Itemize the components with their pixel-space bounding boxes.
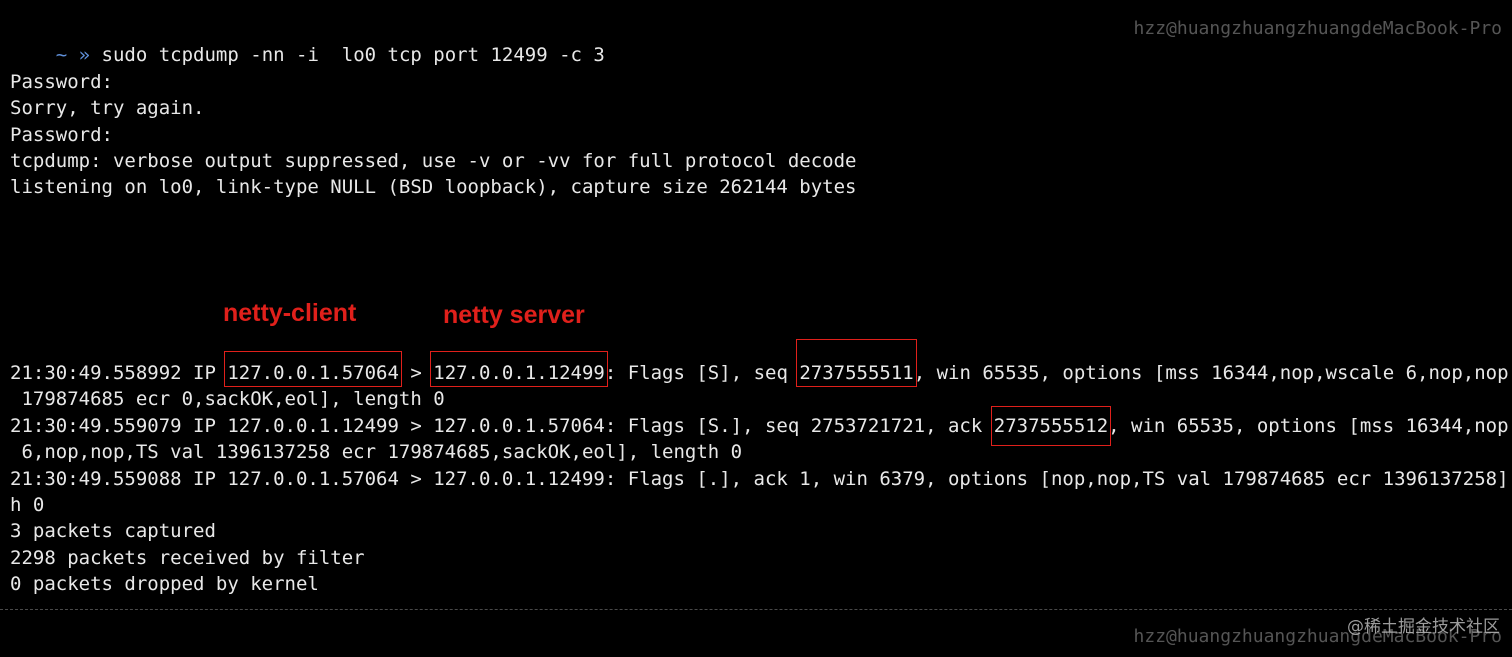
watermark-text: @稀土掘金技术社区 [1347, 617, 1500, 637]
packet1-arrow: > [398, 362, 434, 384]
password-prompt-retry: Password: [10, 124, 113, 146]
packet1-prefix: 21:30:49.558992 IP [10, 362, 228, 384]
packet-line-1: 21:30:49.558992 IP 127.0.0.1.57064 > 127… [10, 339, 1512, 387]
packets-dropped: 0 packets dropped by kernel [10, 573, 319, 595]
packet1-rest: , win 65535, options [mss 16344,nop,wsca… [913, 362, 1512, 384]
annotation-netty-server: netty server [443, 301, 585, 329]
seq-number-box: 2737555511 [796, 339, 917, 387]
packet-line-2-wrap: 6,nop,nop,TS val 1396137258 ecr 17987468… [10, 441, 743, 463]
annotation-netty-client: netty-client [223, 299, 357, 327]
packet2-prefix: 21:30:49.559079 IP 127.0.0.1.12499 > 127… [10, 415, 994, 437]
hostname-label: hzz@huangzhuangzhuangdeMacBook-Pro [1133, 18, 1502, 39]
prompt-line[interactable]: ~ » sudo tcpdump -nn -i lo0 tcp port 124… [10, 16, 605, 66]
ack-number-box: 2737555512 [990, 406, 1112, 446]
packet-line-1-wrap: 179874685 ecr 0,sackOK,eol], length 0 [10, 388, 445, 410]
client-address-box: 127.0.0.1.57064 [224, 351, 402, 387]
password-prompt: Password: [10, 71, 113, 93]
packet2-rest: , win 65535, options [mss 16344,nop,wsca… [1108, 415, 1512, 437]
prompt-separator [0, 609, 1512, 610]
server-address-box: 127.0.0.1.12499 [430, 351, 608, 387]
packet-line-3-wrap: h 0 [10, 494, 45, 516]
sorry-message: Sorry, try again. [10, 97, 205, 119]
prompt-line-2[interactable]: ~ » [10, 624, 90, 657]
prompt-symbol: ~ » [55, 44, 91, 66]
terminal-window[interactable]: ~ » sudo tcpdump -nn -i lo0 tcp port 124… [0, 0, 1512, 657]
packets-received: 2298 packets received by filter [10, 547, 365, 569]
packets-captured: 3 packets captured [10, 520, 216, 542]
packet-line-2: 21:30:49.559079 IP 127.0.0.1.12499 > 127… [10, 406, 1512, 446]
packet-line-3: 21:30:49.559088 IP 127.0.0.1.57064 > 127… [10, 468, 1512, 490]
verbose-message: tcpdump: verbose output suppressed, use … [10, 150, 857, 172]
listening-message: listening on lo0, link-type NULL (BSD lo… [10, 176, 857, 198]
packet1-flags: : Flags [S], seq [604, 362, 800, 384]
prompt-symbol-2: ~ » [56, 652, 90, 657]
command-text: sudo tcpdump -nn -i lo0 tcp port 12499 -… [101, 44, 605, 66]
